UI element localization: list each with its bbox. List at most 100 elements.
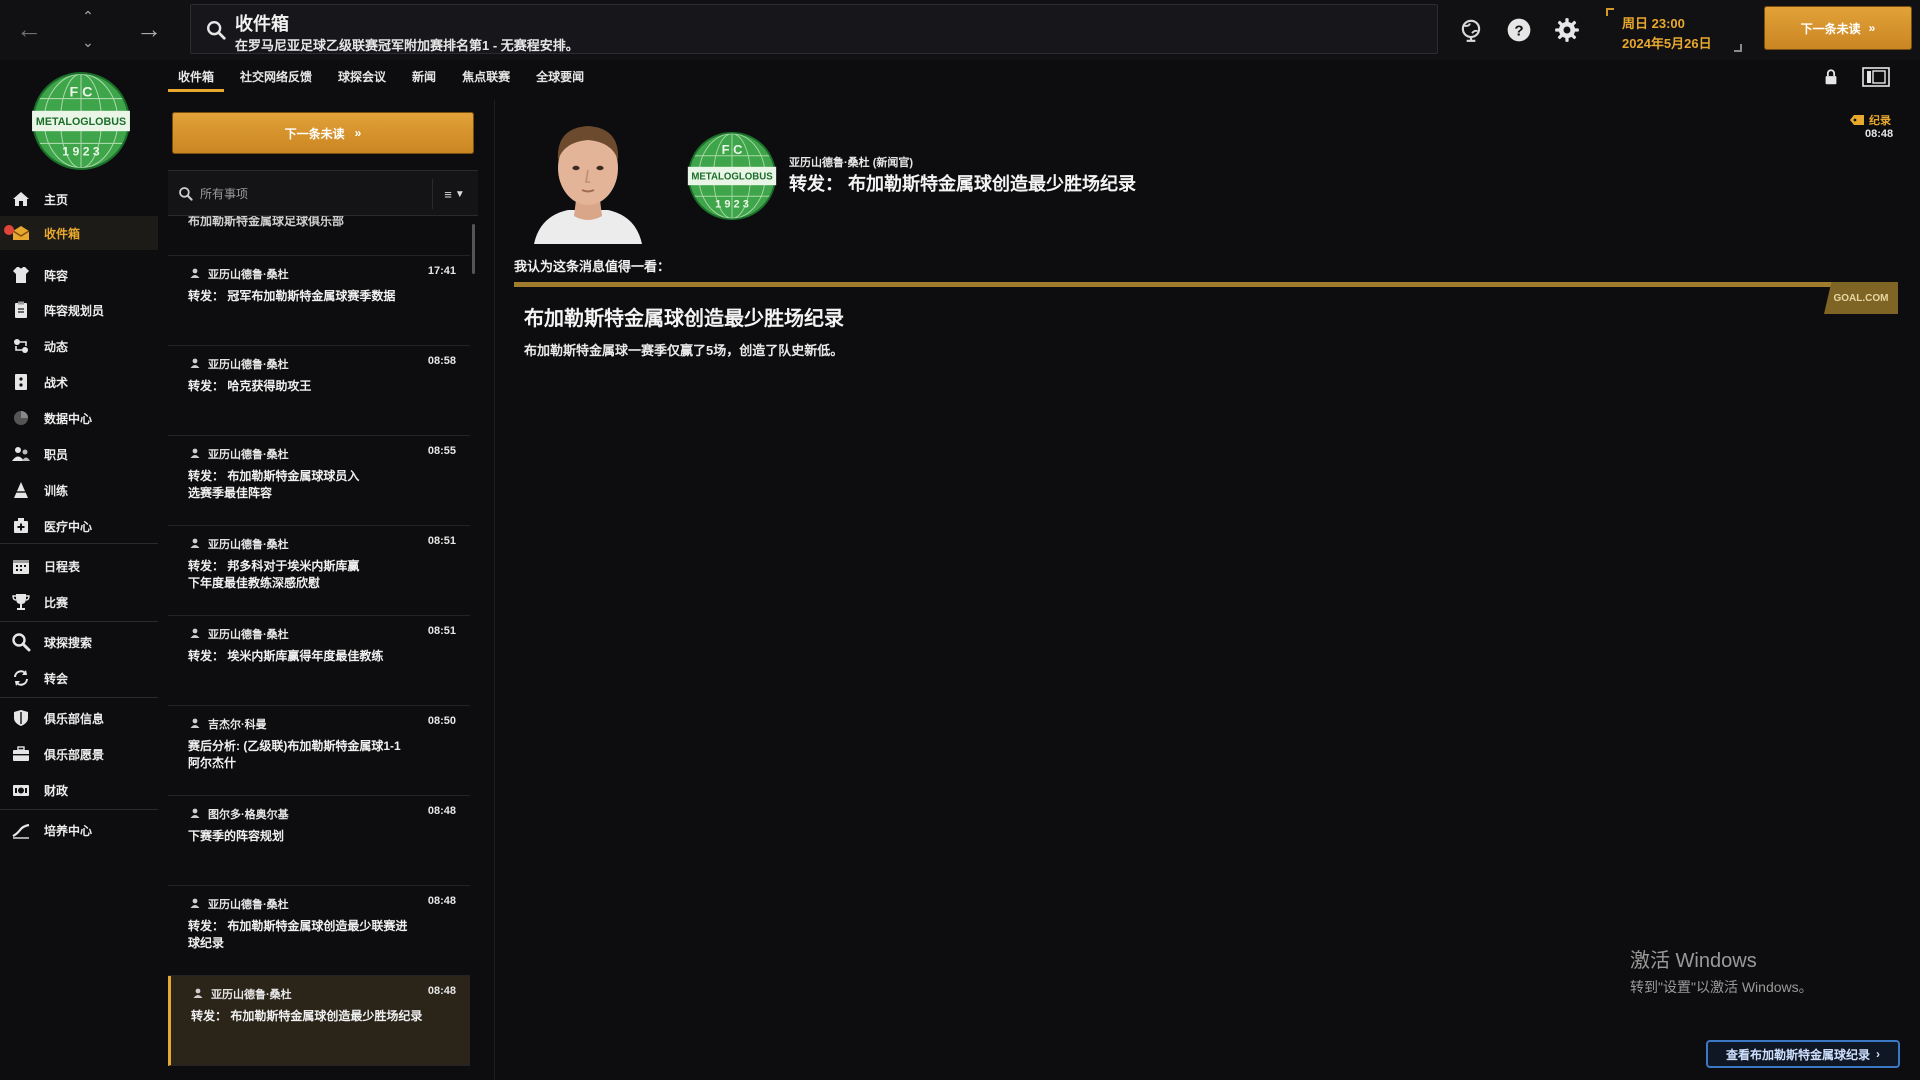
message-subject: 转发： 哈克获得助攻王 bbox=[188, 379, 312, 393]
club-logo-top-text: F C bbox=[722, 142, 743, 157]
message-item[interactable]: 亚历山德鲁·桑杜 17:41 转发： 冠军布加勒斯特金属球赛季数据 bbox=[168, 256, 470, 346]
up-chevron-icon[interactable]: ⌃ bbox=[78, 6, 98, 26]
sidebar-item-label: 日程表 bbox=[44, 559, 81, 574]
message-item[interactable]: 图尔多·格奥尔基 08:48 下赛季的阵容规划 bbox=[168, 796, 470, 886]
sidebar-item-squad-planner[interactable]: 阵容规划员 bbox=[0, 293, 158, 327]
message-item-selected[interactable]: 亚历山德鲁·桑杜 08:48 转发： 布加勒斯特金属球创造最少胜场纪录 bbox=[168, 976, 470, 1066]
person-icon bbox=[190, 718, 200, 728]
next-unread-button[interactable]: 下一条未读 » bbox=[1764, 6, 1912, 50]
double-chevron-right-icon: » bbox=[1868, 21, 1876, 35]
person-icon bbox=[190, 808, 200, 818]
sidebar-item-training[interactable]: 训练 bbox=[0, 473, 158, 507]
tab-scout-meetings[interactable]: 球探会议 bbox=[328, 62, 396, 92]
sidebar-item-development-centre[interactable]: 培养中心 bbox=[0, 813, 158, 847]
sidebar-item-dynamics[interactable]: 动态 bbox=[0, 329, 158, 363]
search-box[interactable]: 收件箱 在罗马尼亚足球乙级联赛冠军附加赛排名第1 - 无赛程安排。 bbox=[190, 4, 1438, 54]
scrollbar[interactable] bbox=[472, 224, 475, 274]
person-icon bbox=[190, 898, 200, 908]
date-display[interactable]: 周日 23:00 2024年5月26日 bbox=[1606, 8, 1742, 52]
sidebar-item-label: 训练 bbox=[44, 483, 69, 498]
message-list[interactable]: 布加勒斯特金属球足球俱乐部 亚历山德鲁·桑杜 17:41 转发： 冠军布加勒斯特… bbox=[168, 216, 478, 1080]
clipboard-icon bbox=[15, 301, 27, 318]
tab-news[interactable]: 新闻 bbox=[402, 62, 446, 92]
gear-icon[interactable] bbox=[1554, 17, 1580, 43]
help-icon[interactable]: ? bbox=[1506, 17, 1532, 43]
next-unread-label: 下一条未读 bbox=[284, 126, 345, 141]
layout-toggle-icon[interactable] bbox=[1862, 66, 1890, 88]
club-logo-year: 1 9 2 3 bbox=[62, 145, 100, 159]
back-arrow-icon[interactable]: ← bbox=[12, 12, 46, 46]
message-item[interactable]: 亚历山德鲁·桑杜 08:51 转发： 埃米内斯库赢得年度最佳教练 bbox=[168, 616, 470, 706]
sidebar-item-label: 球探搜索 bbox=[44, 635, 93, 650]
sidebar-item-club-info[interactable]: 俱乐部信息 bbox=[0, 701, 158, 735]
message-time: 08:58 bbox=[427, 355, 456, 367]
calendar-icon bbox=[13, 560, 29, 574]
sidebar-item-tactics[interactable]: 战术 bbox=[0, 365, 158, 399]
message-item[interactable]: 亚历山德鲁·桑杜 08:55 转发： 布加勒斯特金属球球员入 选赛季最佳阵容 bbox=[168, 436, 470, 526]
record-tag[interactable]: 纪录 bbox=[1850, 112, 1891, 128]
globe-icon[interactable] bbox=[1458, 17, 1484, 43]
message-intro: 我认为这条消息值得一看： bbox=[514, 259, 671, 274]
forward-arrow-icon[interactable]: → bbox=[132, 12, 166, 46]
development-icon bbox=[12, 823, 30, 839]
down-chevron-icon[interactable]: ⌄ bbox=[78, 32, 98, 52]
sort-menu-button[interactable]: ≡ ▼ bbox=[432, 179, 476, 209]
sidebar-item-scouting[interactable]: 球探搜索 bbox=[0, 625, 158, 659]
message-item[interactable]: 亚历山德鲁·桑杜 08:51 转发： 邦多科对于埃米内斯库赢 下年度最佳教练深感… bbox=[168, 526, 470, 616]
next-unread-list-button[interactable]: 下一条未读 » bbox=[172, 112, 474, 154]
news-source-badge: GOAL.COM bbox=[1824, 282, 1898, 314]
message-time: 08:50 bbox=[427, 715, 456, 727]
sidebar-item-schedule[interactable]: 日程表 bbox=[0, 549, 158, 583]
tab-global-news[interactable]: 全球要闻 bbox=[526, 62, 594, 92]
lock-icon[interactable] bbox=[1822, 68, 1840, 86]
sidebar-item-label: 战术 bbox=[44, 375, 69, 390]
message-time: 08:48 bbox=[427, 985, 456, 997]
sidebar-item-squad[interactable]: 阵容 bbox=[0, 258, 158, 292]
tab-inbox[interactable]: 收件箱 bbox=[168, 62, 225, 92]
sidebar-item-label: 转会 bbox=[44, 671, 69, 686]
sender-photo[interactable] bbox=[520, 108, 656, 244]
tab-focus-leagues[interactable]: 焦点联赛 bbox=[452, 62, 520, 92]
club-logo-year: 1 9 2 3 bbox=[715, 198, 749, 210]
message-time: 08:48 bbox=[1865, 128, 1894, 140]
news-card-accent-bar bbox=[514, 282, 1898, 287]
sidebar-item-label: 主页 bbox=[44, 192, 69, 207]
sidebar-divider bbox=[0, 543, 158, 544]
sidebar-item-competitions[interactable]: 比赛 bbox=[0, 585, 158, 619]
message-title: 转发： 布加勒斯特金属球创造最少胜场纪录 bbox=[789, 174, 1136, 194]
sidebar-item-label: 医疗中心 bbox=[44, 519, 93, 534]
dynamics-icon bbox=[14, 339, 28, 353]
transfer-icon bbox=[14, 670, 28, 686]
chevron-right-icon: › bbox=[1876, 1047, 1880, 1061]
sidebar-item-transfers[interactable]: 转会 bbox=[0, 661, 158, 695]
sidebar-item-label: 阵容 bbox=[44, 268, 69, 283]
message-filter-input[interactable] bbox=[200, 181, 420, 207]
message-item[interactable]: 亚历山德鲁·桑杜 08:48 转发： 布加勒斯特金属球创造最少联赛进 球纪录 bbox=[168, 886, 470, 976]
message-subject: 赛后分析: (乙级联)布加勒斯特金属球1-1 阿尔杰什 bbox=[188, 739, 401, 770]
sidebar-divider bbox=[0, 697, 158, 698]
list-item[interactable]: 布加勒斯特金属球足球俱乐部 bbox=[168, 216, 470, 256]
club-logo[interactable]: METALOGLOBUS F C 1 9 2 3 bbox=[686, 130, 778, 222]
club-logo[interactable]: METALOGLOBUS F C 1 9 2 3 bbox=[30, 70, 132, 172]
sidebar-item-medical[interactable]: 医疗中心 bbox=[0, 509, 158, 543]
message-item[interactable]: 吉杰尔·科曼 08:50 赛后分析: (乙级联)布加勒斯特金属球1-1 阿尔杰什 bbox=[168, 706, 470, 796]
shield-icon bbox=[14, 710, 28, 726]
message-time: 08:48 bbox=[427, 805, 456, 817]
tab-social-feedback[interactable]: 社交网络反馈 bbox=[230, 62, 322, 92]
message-subject: 布加勒斯特金属球足球俱乐部 bbox=[188, 216, 345, 228]
message-from[interactable]: 亚历山德鲁·桑杜 (新闻官) bbox=[789, 154, 913, 170]
message-sender: 亚历山德鲁·桑杜 bbox=[208, 359, 289, 371]
message-sender: 吉杰尔·科曼 bbox=[208, 719, 267, 731]
view-record-button[interactable]: 查看布加勒斯特金属球纪录 › bbox=[1706, 1040, 1900, 1068]
sidebar-item-label: 数据中心 bbox=[44, 411, 93, 426]
sidebar-item-data-hub[interactable]: 数据中心 bbox=[0, 401, 158, 435]
sidebar-item-finances[interactable]: 财政 bbox=[0, 773, 158, 807]
message-sender: 亚历山德鲁·桑杜 bbox=[208, 539, 289, 551]
sidebar-item-club-vision[interactable]: 俱乐部愿景 bbox=[0, 737, 158, 771]
message-time: 17:41 bbox=[427, 265, 456, 277]
message-item[interactable]: 亚历山德鲁·桑杜 08:58 转发： 哈克获得助攻王 bbox=[168, 346, 470, 436]
sidebar-item-staff[interactable]: 职员 bbox=[0, 437, 158, 471]
sidebar-item-inbox[interactable]: 收件箱 bbox=[0, 216, 158, 250]
briefcase-icon bbox=[13, 746, 29, 761]
sidebar-item-home[interactable]: 主页 bbox=[0, 182, 158, 216]
